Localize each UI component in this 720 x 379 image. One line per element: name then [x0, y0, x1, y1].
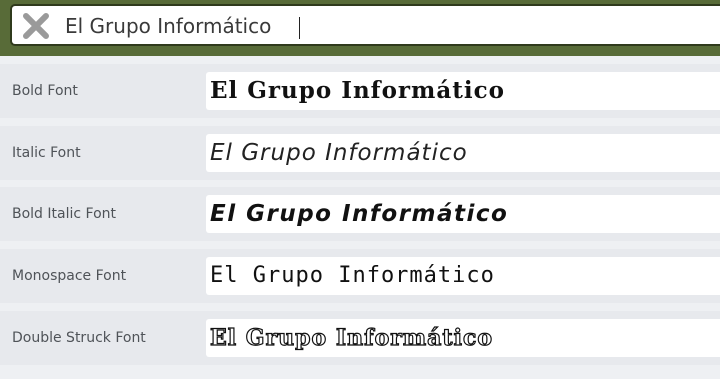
- close-icon: [23, 13, 49, 39]
- font-output-double-struck[interactable]: El Grupo Informático: [206, 319, 720, 357]
- font-row-italic: Italic Font El Grupo Informático: [0, 126, 720, 180]
- font-row-label: Bold Italic Font: [12, 206, 117, 222]
- font-row-label: Double Struck Font: [12, 330, 146, 346]
- font-output-monospace[interactable]: El Grupo Informático: [206, 257, 720, 295]
- search-input[interactable]: [65, 9, 705, 43]
- top-bar: [0, 0, 720, 56]
- font-row-label: Italic Font: [12, 145, 81, 161]
- font-output-bold[interactable]: El Grupo Informático: [206, 72, 720, 110]
- font-output-bold-italic[interactable]: El Grupo Informático: [206, 195, 720, 233]
- text-caret: [299, 17, 300, 39]
- font-output-italic[interactable]: El Grupo Informático: [206, 134, 720, 172]
- font-row-label: Bold Font: [12, 83, 78, 99]
- clear-button[interactable]: [21, 11, 51, 41]
- search-box: [10, 4, 720, 46]
- font-row-double-struck: Double Struck Font El Grupo Informático: [0, 311, 720, 365]
- font-row-bold: Bold Font El Grupo Informático: [0, 64, 720, 118]
- font-row-monospace: Monospace Font El Grupo Informático: [0, 249, 720, 303]
- font-row-bold-italic: Bold Italic Font El Grupo Informático: [0, 187, 720, 241]
- font-row-label: Monospace Font: [12, 268, 127, 284]
